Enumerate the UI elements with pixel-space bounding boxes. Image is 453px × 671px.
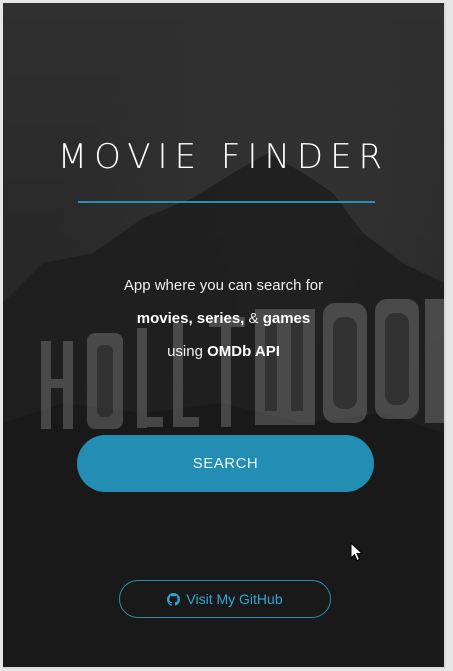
title-underline xyxy=(78,201,375,203)
github-link-button[interactable]: Visit My GitHub xyxy=(119,580,331,618)
description-line-3: using OMDb API xyxy=(3,343,444,360)
description-line-1: App where you can search for xyxy=(123,277,324,294)
mouse-cursor-icon xyxy=(350,541,364,562)
description-using: using xyxy=(167,343,208,360)
description-bold-games: games xyxy=(262,310,311,327)
app-window: MOVIE FINDER App where you can search fo… xyxy=(3,3,446,669)
description-connector: & xyxy=(244,310,263,327)
description-bold-media: movies, series, xyxy=(136,310,245,327)
description-line-2: movies, series, & games xyxy=(3,310,444,327)
github-link-label: Visit My GitHub xyxy=(186,591,283,607)
github-icon xyxy=(167,592,181,606)
search-button-label: SEARCH xyxy=(192,455,259,472)
hero-content: MOVIE FINDER App where you can search fo… xyxy=(3,3,444,667)
description-bold-api: OMDb API xyxy=(207,343,280,360)
page-title: MOVIE FINDER xyxy=(57,137,390,177)
search-button[interactable]: SEARCH xyxy=(77,435,374,492)
